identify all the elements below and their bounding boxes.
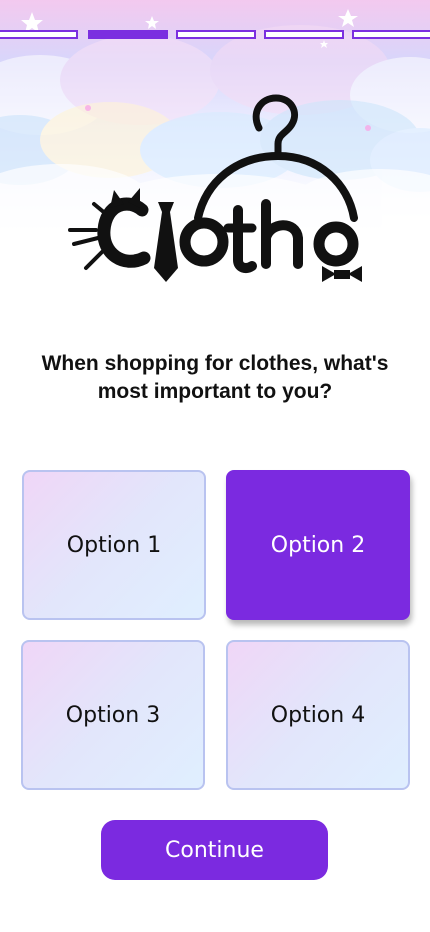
progress-step-1 [0,30,78,39]
option-4-card[interactable]: Option 4 [226,640,410,790]
option-2-card[interactable]: Option 2 [226,470,410,620]
option-2-label: Option 2 [270,532,366,558]
option-1-label: Option 1 [66,532,162,558]
option-3-label: Option 3 [65,702,161,728]
clotho-logo [66,92,366,292]
progress-step-2 [88,30,168,39]
continue-button[interactable]: Continue [101,820,328,880]
progress-step-5 [352,30,430,39]
option-3-card[interactable]: Option 3 [21,640,205,790]
question-text: When shopping for clothes, what's most i… [41,352,389,403]
continue-button-label: Continue [165,837,264,863]
option-1-card[interactable]: Option 1 [22,470,206,620]
option-4-label: Option 4 [270,702,366,728]
progress-step-3 [176,30,256,39]
progress-step-4 [264,30,344,39]
progress-bar [0,30,430,42]
